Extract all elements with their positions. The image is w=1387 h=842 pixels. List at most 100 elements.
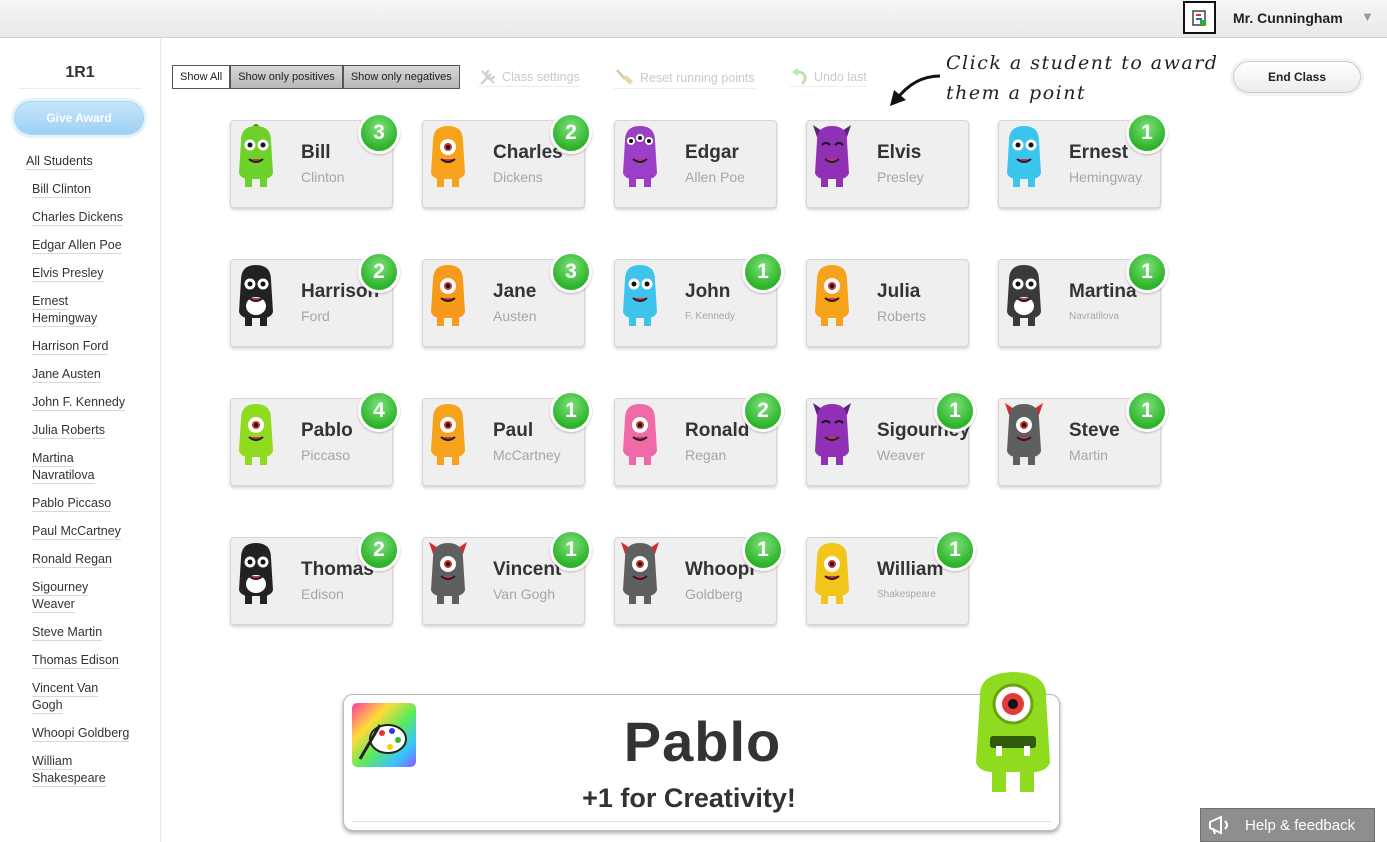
help-feedback-button[interactable]: Help & feedback (1200, 808, 1375, 842)
megaphone-icon (1209, 815, 1228, 835)
student-card[interactable]: Ronald Regan 2 (614, 390, 784, 486)
student-last-name: Goldberg (685, 586, 743, 602)
sidebar-student-item[interactable]: Martina Navratilova (32, 450, 156, 484)
student-first-name: Jane (493, 281, 537, 302)
student-last-name: Austen (493, 308, 537, 324)
orange-cyclops-monster-icon (427, 401, 469, 467)
student-first-name: Charles (493, 142, 563, 163)
sidebar-student-label: Thomas Edison (32, 653, 119, 669)
purple-horned-monster-icon (811, 401, 853, 467)
student-card[interactable]: Sigourney Weaver 1 (806, 390, 976, 486)
grey-panda-monster-icon (1003, 262, 1045, 328)
sidebar-student-item[interactable]: Bill Clinton (32, 181, 156, 198)
award-divider (352, 821, 1051, 822)
undo-last-button[interactable]: Undo last (790, 68, 867, 87)
award-student-name: Pablo (623, 710, 782, 773)
points-badge: 4 (358, 390, 400, 432)
class-name: 1R1 (18, 64, 142, 89)
pink-monster-icon (619, 401, 661, 467)
student-first-name: Martina (1069, 281, 1137, 302)
student-card[interactable]: Julia Roberts (806, 259, 969, 347)
student-card[interactable]: Bill Clinton 3 (230, 112, 400, 208)
grey-devil-monster-icon (427, 540, 469, 606)
student-card[interactable]: Thomas Edison 2 (230, 529, 400, 625)
points-badge: 1 (742, 529, 784, 571)
student-card[interactable]: Steve Martin 1 (998, 390, 1168, 486)
sidebar-student-item[interactable]: Sigourney Weaver (32, 579, 156, 613)
sidebar-student-label: Paul McCartney (32, 524, 121, 540)
student-last-name: Edison (301, 586, 344, 602)
student-card[interactable]: Pablo Piccaso 4 (230, 390, 400, 486)
points-badge: 3 (358, 112, 400, 154)
sidebar: 1R1 Give Award All Students Bill Clinton… (0, 38, 161, 842)
extension-icon[interactable] (1183, 1, 1216, 34)
help-feedback-label: Help & feedback (1245, 816, 1356, 834)
student-card[interactable]: Ernest Hemingway 1 (998, 112, 1168, 208)
sidebar-student-label: Pablo Piccaso (32, 496, 112, 512)
sidebar-student-item[interactable]: Vincent Van Gogh (32, 680, 156, 714)
sidebar-student-item[interactable]: Ernest Hemingway (32, 293, 156, 327)
student-card[interactable]: Vincent Van Gogh 1 (422, 529, 592, 625)
sidebar-student-label: Julia Roberts (32, 423, 105, 439)
sidebar-student-label: John F. Kennedy (32, 395, 126, 411)
student-first-name: Ronald (685, 420, 750, 441)
reset-points-button[interactable]: Reset running points (614, 68, 755, 89)
student-card[interactable]: Whoopi Goldberg 1 (614, 529, 784, 625)
grey-devil-monster-icon (619, 540, 661, 606)
student-first-name: Pablo (301, 420, 353, 441)
student-card[interactable]: Harrison Ford 2 (230, 251, 400, 347)
student-card[interactable]: Jane Austen 3 (422, 251, 592, 347)
show-all-button[interactable]: Show All (172, 65, 231, 89)
student-card[interactable]: Elvis Presley (806, 120, 969, 208)
student-last-name: Hemingway (1069, 169, 1143, 185)
sidebar-student-item[interactable]: Pablo Piccaso (32, 495, 156, 512)
sidebar-student-item[interactable]: Paul McCartney (32, 523, 156, 540)
sidebar-student-item[interactable]: John F. Kennedy (32, 394, 156, 411)
points-badge: 1 (1126, 112, 1168, 154)
sidebar-student-item[interactable]: Julia Roberts (32, 422, 156, 439)
sidebar-student-label: Ronald Regan (32, 552, 112, 568)
cyan-two-eyed-monster-icon (1003, 123, 1045, 189)
sidebar-student-item[interactable]: Harrison Ford (32, 338, 156, 355)
student-first-name: Whoopi (685, 559, 755, 580)
sidebar-student-label: Whoopi Goldberg (32, 726, 130, 742)
black-white-monster-icon (235, 262, 277, 328)
user-name[interactable]: Mr. Cunningham (1233, 10, 1343, 26)
sidebar-student-label: Elvis Presley (32, 266, 104, 282)
student-card[interactable]: John F. Kennedy 1 (614, 251, 784, 347)
sidebar-student-item[interactable]: Thomas Edison (32, 652, 156, 669)
class-settings-button[interactable]: Class settings (478, 68, 580, 87)
sidebar-student-label: Hemingway (32, 311, 98, 327)
sidebar-student-item[interactable]: Ronald Regan (32, 551, 156, 568)
student-last-name: Presley (877, 169, 924, 185)
chevron-down-icon[interactable]: ▼ (1361, 9, 1374, 24)
student-card[interactable]: Martina Navratilova 1 (998, 251, 1168, 347)
give-award-button[interactable]: Give Award (14, 101, 144, 135)
sidebar-student-label: Sigourney (32, 580, 89, 596)
sidebar-student-item[interactable]: Edgar Allen Poe (32, 237, 156, 254)
student-card[interactable]: Paul McCartney 1 (422, 390, 592, 486)
show-positives-button[interactable]: Show only positives (230, 65, 343, 89)
sidebar-student-item[interactable]: Elvis Presley (32, 265, 156, 282)
show-negatives-button[interactable]: Show only negatives (342, 65, 460, 89)
sidebar-student-label: Edgar Allen Poe (32, 238, 122, 254)
student-card[interactable]: William Shakespeare 1 (806, 529, 976, 625)
student-last-name: Piccaso (301, 447, 351, 463)
sidebar-student-item[interactable]: Steve Martin (32, 624, 156, 641)
sidebar-student-item[interactable]: Charles Dickens (32, 209, 156, 226)
end-class-button[interactable]: End Class (1233, 61, 1361, 93)
hint-text: Click a student to award them a point (946, 48, 1218, 108)
sidebar-student-label: Steve Martin (32, 625, 103, 641)
sidebar-item-all-students[interactable]: All Students (26, 153, 93, 170)
student-last-name: F. Kennedy (685, 311, 736, 322)
student-first-name: Vincent (493, 559, 562, 580)
student-card[interactable]: Edgar Allen Poe (614, 120, 777, 208)
student-last-name: Martin (1069, 447, 1108, 463)
student-last-name: Navratilova (1069, 311, 1120, 322)
student-last-name: Roberts (877, 308, 927, 324)
sidebar-student-item[interactable]: Jane Austen (32, 366, 156, 383)
sidebar-student-item[interactable]: Whoopi Goldberg (32, 725, 156, 742)
student-card[interactable]: Charles Dickens 2 (422, 112, 592, 208)
orange-round-monster-icon (427, 262, 469, 328)
sidebar-student-item[interactable]: William Shakespeare (32, 753, 156, 787)
